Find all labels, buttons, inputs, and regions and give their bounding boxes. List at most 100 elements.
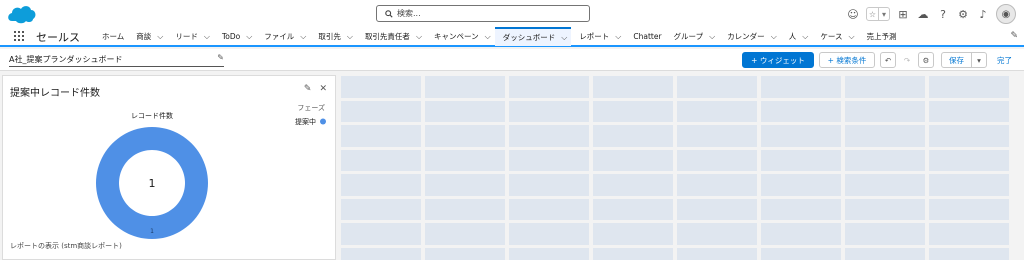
redo-icon[interactable]: ↷ <box>899 52 915 68</box>
add-filter-button[interactable]: + 検索条件 <box>819 52 875 68</box>
grid-cell <box>929 198 1009 220</box>
nav-item[interactable]: ホーム <box>94 27 128 46</box>
chevron-down-icon[interactable]: ⌵ <box>416 32 422 42</box>
grid-cell <box>425 149 505 171</box>
nav-item-label: 人 <box>788 32 797 41</box>
done-link[interactable]: 完了 <box>997 55 1012 66</box>
nav-item-label: ケース <box>820 32 843 41</box>
chevron-down-icon[interactable]: ⌵ <box>485 32 491 42</box>
nav-item-label: ファイル <box>264 32 295 41</box>
setup-gear-icon[interactable]: ⚙ <box>956 7 970 21</box>
grid-cell <box>593 100 673 122</box>
app-navigation-bar: セールス ホーム 商談 ⌵ リード ⌵ ToDo ⌵ ファイル ⌵ 取引先 ⌵ 取引先責任者 ⌵ キャンペ… <box>0 27 1024 47</box>
nav-item-label: 商談 <box>136 32 152 41</box>
nav-item[interactable]: 売上予測 <box>859 27 901 46</box>
nav-item-label: ダッシュボード <box>502 33 556 42</box>
grid-cell <box>845 100 925 122</box>
help-icon[interactable]: ? <box>936 7 950 21</box>
grid-cell <box>509 149 589 171</box>
trailhead-icon[interactable]: ☁ <box>916 7 930 21</box>
app-name: セールス <box>36 30 80 44</box>
edit-title-pencil-icon[interactable]: ✎ <box>217 53 224 62</box>
nav-item[interactable]: 取引先 ⌵ <box>310 27 357 46</box>
grid-cell <box>593 247 673 260</box>
save-menu-chevron-down-icon[interactable]: ▾ <box>971 52 987 68</box>
chevron-down-icon[interactable]: ⌵ <box>848 32 854 42</box>
widget-actions: ✎ ✕ <box>304 84 327 94</box>
chevron-down-icon[interactable]: ⌵ <box>300 32 306 42</box>
utility-bar: ☺ ☆ ▾ ⊞ ☁ ? ⚙ ♪ ◉ <box>846 4 1016 24</box>
chevron-down-icon[interactable]: ⌵ <box>561 33 567 43</box>
nav-item[interactable]: グループ ⌵ <box>666 27 720 46</box>
nav-item[interactable]: リード ⌵ <box>167 27 214 46</box>
salesforce-cloud-logo[interactable] <box>6 3 38 25</box>
grid-cell <box>425 174 505 196</box>
grid-cell <box>341 223 421 245</box>
chevron-down-icon[interactable]: ⌵ <box>802 32 808 42</box>
nav-item-label: カレンダー <box>727 32 765 41</box>
nav-item-label: 取引先 <box>318 32 341 41</box>
edit-widget-pencil-icon[interactable]: ✎ <box>304 84 312 94</box>
nav-item[interactable]: ダッシュボード ⌵ <box>494 27 572 46</box>
grid-cell <box>845 125 925 147</box>
nav-item-label: グループ <box>673 32 704 41</box>
add-widget-button[interactable]: + ウィジェット <box>742 52 814 68</box>
chevron-down-icon[interactable]: ⌵ <box>347 32 353 42</box>
grid-cell <box>341 149 421 171</box>
nav-item[interactable]: 取引先責任者 ⌵ <box>357 27 426 46</box>
app-launcher-icon[interactable] <box>14 30 26 43</box>
grid-cell <box>929 76 1009 98</box>
dashboard-widget-card[interactable]: レコード件数 1 1 フェーズ 提案中 提案中レコード件数 ✎ ✕ レポートの表示 (s… <box>2 75 336 260</box>
view-report-link[interactable]: レポートの表示 (stm商談レポート) <box>10 241 122 251</box>
dashboard-toolbar: A社_提案プランダッシュボード ✎ + ウィジェット + 検索条件 ↶ ↷ ⚙ … <box>0 49 1024 71</box>
grid-cell <box>509 174 589 196</box>
save-button[interactable]: 保存 <box>941 52 972 68</box>
nav-item-label: キャンペーン <box>434 32 479 41</box>
global-actions-icon[interactable]: ⊞ <box>896 7 910 21</box>
nav-item[interactable]: カレンダー ⌵ <box>719 27 781 46</box>
chevron-down-icon[interactable]: ⌵ <box>771 32 777 42</box>
dashboard-title-field[interactable]: A社_提案プランダッシュボード ✎ <box>9 53 224 67</box>
donut-data-label: 1 <box>150 228 154 235</box>
grid-cell <box>929 247 1009 260</box>
grid-cell <box>593 223 673 245</box>
remove-widget-close-icon[interactable]: ✕ <box>319 84 327 94</box>
grid-cell <box>845 223 925 245</box>
nav-item[interactable]: レポート ⌵ <box>571 27 625 46</box>
nav-item[interactable]: キャンペーン ⌵ <box>426 27 495 46</box>
global-search-input[interactable]: 検索... <box>376 5 590 22</box>
nav-item[interactable]: 人 ⌵ <box>781 27 813 46</box>
undo-icon[interactable]: ↶ <box>880 52 896 68</box>
grid-cell <box>845 76 925 98</box>
grid-cell <box>425 223 505 245</box>
chevron-down-icon[interactable]: ⌵ <box>246 32 252 42</box>
user-avatar[interactable]: ◉ <box>996 4 1016 24</box>
properties-gear-icon[interactable]: ⚙ <box>918 52 934 68</box>
nav-item[interactable]: ファイル ⌵ <box>256 27 310 46</box>
edit-nav-pencil-icon[interactable]: ✎ <box>1010 31 1018 41</box>
grid-cell <box>677 100 757 122</box>
chevron-down-icon[interactable]: ⌵ <box>204 32 210 42</box>
favorites-list-icon[interactable]: ▾ <box>878 8 889 20</box>
grid-cell <box>341 247 421 260</box>
grid-cell <box>509 76 589 98</box>
grid-cell <box>929 100 1009 122</box>
search-icon <box>385 9 393 18</box>
nav-item[interactable]: Chatter <box>625 27 665 46</box>
chevron-down-icon[interactable]: ⌵ <box>709 32 715 42</box>
favorite-star-icon[interactable]: ☆ <box>867 8 878 20</box>
nav-item-label: ToDo <box>221 32 241 41</box>
nav-item[interactable]: ToDo ⌵ <box>214 27 256 46</box>
notifications-bell-icon[interactable]: ♪ <box>976 7 990 21</box>
grid-cell <box>509 198 589 220</box>
nav-item[interactable]: 商談 ⌵ <box>128 27 167 46</box>
chevron-down-icon[interactable]: ⌵ <box>157 32 163 42</box>
grid-cell <box>341 76 421 98</box>
astro-icon[interactable]: ☺ <box>846 7 860 21</box>
grid-cell <box>425 100 505 122</box>
nav-item-label: 取引先責任者 <box>364 32 410 41</box>
donut-center-total: 1 <box>149 177 156 190</box>
chevron-down-icon[interactable]: ⌵ <box>615 32 621 42</box>
grid-cell <box>845 198 925 220</box>
nav-item[interactable]: ケース ⌵ <box>812 27 858 46</box>
